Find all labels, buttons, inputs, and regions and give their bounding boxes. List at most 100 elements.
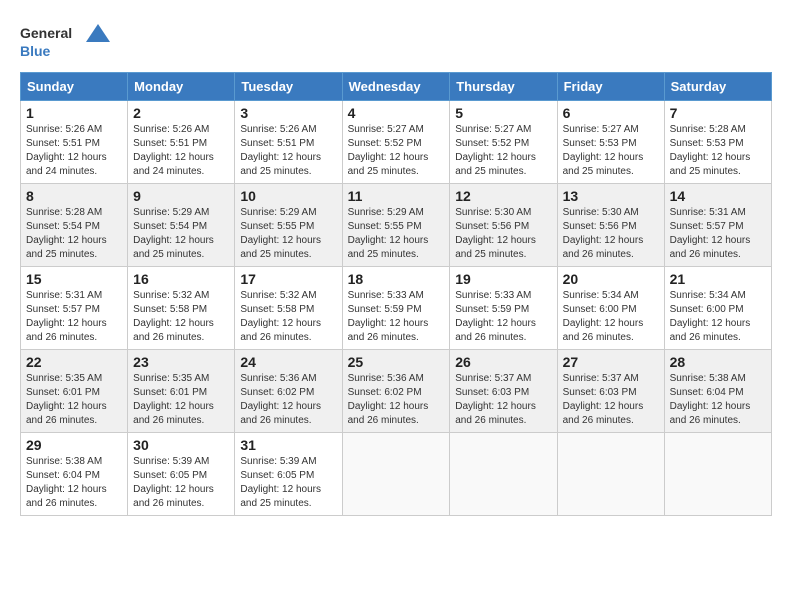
calendar-day-23: 23 Sunrise: 5:35 AM Sunset: 6:01 PM Dayli… [128, 350, 235, 433]
day-info: Sunrise: 5:37 AM Sunset: 6:03 PM Dayligh… [563, 372, 659, 428]
calendar-day-8: 8 Sunrise: 5:28 AM Sunset: 5:54 PM Daylig… [21, 184, 128, 267]
day-info: Sunrise: 5:27 AM Sunset: 5:53 PM Dayligh… [563, 123, 659, 179]
day-info: Sunrise: 5:31 AM Sunset: 5:57 PM Dayligh… [26, 289, 122, 345]
day-info: Sunrise: 5:28 AM Sunset: 5:54 PM Dayligh… [26, 206, 122, 262]
calendar-day-28: 28Sunrise: 5:38 AM Sunset: 6:04 PM Dayli… [664, 350, 771, 433]
weekday-header-tuesday: Tuesday [235, 73, 342, 101]
calendar-day-7: 7Sunrise: 5:28 AM Sunset: 5:53 PM Daylig… [664, 101, 771, 184]
day-number: 3 [240, 105, 336, 121]
calendar-day-9: 9Sunrise: 5:29 AM Sunset: 5:54 PM Daylig… [128, 184, 235, 267]
day-info: Sunrise: 5:32 AM Sunset: 5:58 PM Dayligh… [240, 289, 336, 345]
calendar-day-6: 6 Sunrise: 5:27 AM Sunset: 5:53 PM Daylig… [557, 101, 664, 184]
day-info: Sunrise: 5:26 AM Sunset: 5:51 PM Dayligh… [133, 123, 229, 179]
calendar-day-20: 20 Sunrise: 5:34 AM Sunset: 6:00 PM Dayli… [557, 267, 664, 350]
day-number: 6 [563, 105, 659, 121]
calendar-day-2: 2 Sunrise: 5:26 AM Sunset: 5:51 PM Daylig… [128, 101, 235, 184]
weekday-header-saturday: Saturday [664, 73, 771, 101]
day-number: 22 [26, 354, 122, 370]
weekday-header-friday: Friday [557, 73, 664, 101]
day-number: 28 [670, 354, 766, 370]
day-number: 21 [670, 271, 766, 287]
calendar-day-10: 10 Sunrise: 5:29 AM Sunset: 5:55 PM Dayli… [235, 184, 342, 267]
day-number: 8 [26, 188, 122, 204]
weekday-header-wednesday: Wednesday [342, 73, 450, 101]
day-number: 20 [563, 271, 659, 287]
svg-text:General: General [20, 25, 72, 41]
weekday-header-thursday: Thursday [450, 73, 557, 101]
calendar-day-19: 19 Sunrise: 5:33 AM Sunset: 5:59 PM Dayli… [450, 267, 557, 350]
calendar-body: 1 Sunrise: 5:26 AM Sunset: 5:51 PM Daylig… [21, 101, 772, 516]
calendar-day-12: 12 Sunrise: 5:30 AM Sunset: 5:56 PM Dayli… [450, 184, 557, 267]
day-info: Sunrise: 5:34 AM Sunset: 6:00 PM Dayligh… [670, 289, 766, 345]
calendar-day-18: 18 Sunrise: 5:33 AM Sunset: 5:59 PM Dayli… [342, 267, 450, 350]
day-info: Sunrise: 5:34 AM Sunset: 6:00 PM Dayligh… [563, 289, 659, 345]
day-number: 18 [348, 271, 445, 287]
day-info: Sunrise: 5:29 AM Sunset: 5:55 PM Dayligh… [348, 206, 445, 262]
day-info: Sunrise: 5:37 AM Sunset: 6:03 PM Dayligh… [455, 372, 551, 428]
empty-cell [450, 433, 557, 516]
logo: General Blue [20, 20, 110, 62]
calendar-day-27: 27 Sunrise: 5:37 AM Sunset: 6:03 PM Dayli… [557, 350, 664, 433]
calendar-day-22: 22Sunrise: 5:35 AM Sunset: 6:01 PM Dayli… [21, 350, 128, 433]
day-info: Sunrise: 5:38 AM Sunset: 6:04 PM Dayligh… [26, 455, 122, 511]
day-number: 24 [240, 354, 336, 370]
calendar-day-14: 14Sunrise: 5:31 AM Sunset: 5:57 PM Dayli… [664, 184, 771, 267]
day-info: Sunrise: 5:26 AM Sunset: 5:51 PM Dayligh… [26, 123, 122, 179]
calendar-day-17: 17 Sunrise: 5:32 AM Sunset: 5:58 PM Dayli… [235, 267, 342, 350]
calendar-day-4: 4 Sunrise: 5:27 AM Sunset: 5:52 PM Daylig… [342, 101, 450, 184]
day-number: 7 [670, 105, 766, 121]
day-info: Sunrise: 5:29 AM Sunset: 5:55 PM Dayligh… [240, 206, 336, 262]
day-info: Sunrise: 5:33 AM Sunset: 5:59 PM Dayligh… [455, 289, 551, 345]
empty-cell [342, 433, 450, 516]
calendar-day-1: 1 Sunrise: 5:26 AM Sunset: 5:51 PM Daylig… [21, 101, 128, 184]
day-number: 12 [455, 188, 551, 204]
day-number: 10 [240, 188, 336, 204]
calendar-day-13: 13 Sunrise: 5:30 AM Sunset: 5:56 PM Dayli… [557, 184, 664, 267]
calendar-week-2: 8 Sunrise: 5:28 AM Sunset: 5:54 PM Daylig… [21, 184, 772, 267]
day-info: Sunrise: 5:30 AM Sunset: 5:56 PM Dayligh… [563, 206, 659, 262]
day-info: Sunrise: 5:33 AM Sunset: 5:59 PM Dayligh… [348, 289, 445, 345]
calendar-day-25: 25 Sunrise: 5:36 AM Sunset: 6:02 PM Dayli… [342, 350, 450, 433]
day-number: 4 [348, 105, 445, 121]
calendar-week-5: 29 Sunrise: 5:38 AM Sunset: 6:04 PM Dayli… [21, 433, 772, 516]
day-number: 5 [455, 105, 551, 121]
day-info: Sunrise: 5:35 AM Sunset: 6:01 PM Dayligh… [133, 372, 229, 428]
day-number: 2 [133, 105, 229, 121]
day-info: Sunrise: 5:31 AM Sunset: 5:57 PM Dayligh… [670, 206, 766, 262]
calendar-week-3: 15 Sunrise: 5:31 AM Sunset: 5:57 PM Dayli… [21, 267, 772, 350]
calendar-day-16: 16Sunrise: 5:32 AM Sunset: 5:58 PM Dayli… [128, 267, 235, 350]
calendar-table: SundayMondayTuesdayWednesdayThursdayFrid… [20, 72, 772, 516]
day-number: 23 [133, 354, 229, 370]
day-number: 26 [455, 354, 551, 370]
empty-cell [557, 433, 664, 516]
calendar-week-1: 1 Sunrise: 5:26 AM Sunset: 5:51 PM Daylig… [21, 101, 772, 184]
day-number: 30 [133, 437, 229, 453]
day-number: 11 [348, 188, 445, 204]
day-info: Sunrise: 5:36 AM Sunset: 6:02 PM Dayligh… [348, 372, 445, 428]
day-number: 27 [563, 354, 659, 370]
day-number: 29 [26, 437, 122, 453]
day-number: 1 [26, 105, 122, 121]
day-number: 9 [133, 188, 229, 204]
calendar-day-31: 31Sunrise: 5:39 AM Sunset: 6:05 PM Dayli… [235, 433, 342, 516]
calendar-day-3: 3 Sunrise: 5:26 AM Sunset: 5:51 PM Daylig… [235, 101, 342, 184]
calendar-header-row: SundayMondayTuesdayWednesdayThursdayFrid… [21, 73, 772, 101]
calendar-week-4: 22 Sunrise: 5:35 AM Sunset: 6:01 PM Dayli… [21, 350, 772, 433]
empty-cell [664, 433, 771, 516]
day-number: 19 [455, 271, 551, 287]
day-info: Sunrise: 5:30 AM Sunset: 5:56 PM Dayligh… [455, 206, 551, 262]
day-info: Sunrise: 5:27 AM Sunset: 5:52 PM Dayligh… [348, 123, 445, 179]
day-number: 15 [26, 271, 122, 287]
day-info: Sunrise: 5:36 AM Sunset: 6:02 PM Dayligh… [240, 372, 336, 428]
day-info: Sunrise: 5:26 AM Sunset: 5:51 PM Dayligh… [240, 123, 336, 179]
calendar-day-5: 5Sunrise: 5:27 AM Sunset: 5:52 PM Daylig… [450, 101, 557, 184]
day-info: Sunrise: 5:39 AM Sunset: 6:05 PM Dayligh… [240, 455, 336, 511]
day-number: 13 [563, 188, 659, 204]
day-number: 25 [348, 354, 445, 370]
calendar-day-29: 29 Sunrise: 5:38 AM Sunset: 6:04 PM Dayli… [21, 433, 128, 516]
calendar-day-26: 26 Sunrise: 5:37 AM Sunset: 6:03 PM Dayli… [450, 350, 557, 433]
day-number: 17 [240, 271, 336, 287]
day-info: Sunrise: 5:39 AM Sunset: 6:05 PM Dayligh… [133, 455, 229, 511]
day-info: Sunrise: 5:32 AM Sunset: 5:58 PM Dayligh… [133, 289, 229, 345]
calendar-day-15: 15 Sunrise: 5:31 AM Sunset: 5:57 PM Dayli… [21, 267, 128, 350]
